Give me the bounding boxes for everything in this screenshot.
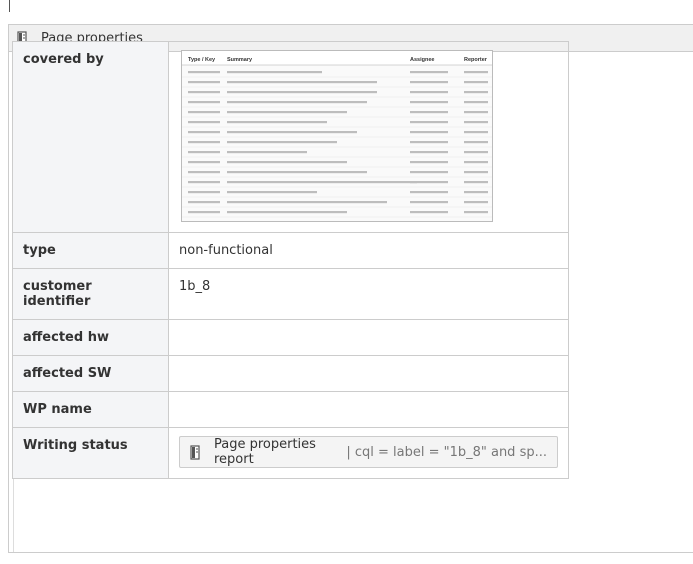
thumb-row-mark — [188, 201, 220, 204]
thumb-row-mark — [410, 81, 448, 84]
thumb-row-mark — [410, 181, 448, 184]
row-key: customer identifier — [12, 268, 169, 320]
thumb-row-mark — [227, 211, 347, 214]
thumb-row-mark — [464, 171, 488, 174]
text-cursor — [9, 0, 10, 12]
thumb-row-mark — [410, 91, 448, 94]
page-properties-report-icon — [190, 444, 202, 460]
jira-issues-thumbnail[interactable]: Type / Key Summary Assignee Reporter — [181, 50, 493, 222]
thumb-row-mark — [227, 71, 322, 74]
thumb-row-mark — [464, 201, 488, 204]
row-customer-identifier: customer identifier 1b_8 — [12, 268, 569, 320]
row-value: Type / Key Summary Assignee Reporter — [168, 41, 569, 233]
thumb-row-mark — [464, 161, 488, 164]
thumb-row-mark — [188, 171, 220, 174]
thumb-row-mark — [227, 131, 357, 134]
thumb-row-mark — [188, 101, 220, 104]
thumb-row-mark — [188, 81, 220, 84]
row-value — [168, 391, 569, 428]
thumb-row-mark — [188, 211, 220, 214]
thumb-row-mark — [464, 71, 488, 74]
row-key: covered by — [12, 41, 169, 233]
thumb-row-mark — [188, 161, 220, 164]
thumb-row-mark — [188, 151, 220, 154]
thumb-row-mark — [188, 141, 220, 144]
thumb-row-mark — [410, 121, 448, 124]
row-value: non-functional — [168, 232, 569, 269]
thumb-col-summary: Summary — [227, 57, 253, 63]
thumb-row-mark — [227, 121, 327, 124]
thumb-row-mark — [464, 91, 488, 94]
thumb-row-mark — [188, 121, 220, 124]
row-type: type non-functional — [12, 232, 569, 269]
thumb-row-mark — [464, 81, 488, 84]
row-key: type — [12, 232, 169, 269]
thumb-row-mark — [410, 111, 448, 114]
thumb-row-mark — [227, 111, 347, 114]
row-affected-sw: affected SW — [12, 355, 569, 392]
thumb-row-mark — [410, 141, 448, 144]
thumb-row-mark — [227, 201, 387, 204]
page-properties-table: covered by Type / Key Summary Assignee R… — [12, 41, 569, 479]
thumb-row-mark — [188, 111, 220, 114]
row-wp-name: WP name — [12, 391, 569, 428]
thumb-row-mark — [464, 141, 488, 144]
row-writing-status: Writing status Page properties report | … — [12, 427, 569, 479]
thumb-row-mark — [188, 131, 220, 134]
thumb-row-mark — [410, 151, 448, 154]
thumb-row-mark — [188, 191, 220, 194]
row-affected-hw: affected hw — [12, 319, 569, 356]
thumb-row-mark — [188, 91, 220, 94]
row-key: affected SW — [12, 355, 169, 392]
thumb-row-mark — [227, 81, 377, 84]
row-value: Page properties report | cql = label = "… — [168, 427, 569, 479]
thumb-col-assignee: Assignee — [410, 57, 434, 63]
row-value — [168, 355, 569, 392]
thumb-row-mark — [227, 161, 347, 164]
thumb-row-mark — [464, 181, 488, 184]
page-properties-report-button[interactable]: Page properties report | cql = label = "… — [179, 436, 558, 468]
thumb-row-mark — [464, 131, 488, 134]
thumb-row-mark — [464, 191, 488, 194]
thumb-row-mark — [410, 191, 448, 194]
thumb-row-mark — [227, 151, 307, 154]
thumb-row-mark — [464, 101, 488, 104]
thumb-row-mark — [227, 171, 367, 174]
thumb-row-mark — [410, 171, 448, 174]
report-button-label: Page properties report — [214, 437, 316, 467]
thumb-row-mark — [188, 181, 220, 184]
thumb-row-mark — [227, 91, 377, 94]
thumb-row-mark — [464, 211, 488, 214]
report-button-query: | cql = label = "1b_8" and sp... — [346, 444, 547, 460]
row-value — [168, 319, 569, 356]
row-key: Writing status — [12, 427, 169, 479]
thumb-col-type: Type / Key — [188, 57, 216, 63]
thumb-row-mark — [464, 121, 488, 124]
row-key: affected hw — [12, 319, 169, 356]
thumb-row-mark — [188, 71, 220, 74]
thumb-row-mark — [227, 191, 317, 194]
thumb-row-mark — [464, 151, 488, 154]
thumb-row-mark — [410, 211, 448, 214]
thumb-row-mark — [410, 101, 448, 104]
thumb-row-mark — [410, 71, 448, 74]
thumb-row-mark — [227, 141, 337, 144]
row-covered-by: covered by Type / Key Summary Assignee R… — [12, 41, 569, 233]
row-key: WP name — [12, 391, 169, 428]
thumb-row-mark — [464, 111, 488, 114]
thumb-row-mark — [410, 131, 448, 134]
thumb-row-mark — [410, 201, 448, 204]
thumb-row-mark — [410, 161, 448, 164]
thumb-row-mark — [227, 101, 367, 104]
row-value: 1b_8 — [168, 268, 569, 320]
thumb-col-reporter: Reporter — [464, 57, 488, 63]
thumb-row-mark — [227, 181, 417, 184]
